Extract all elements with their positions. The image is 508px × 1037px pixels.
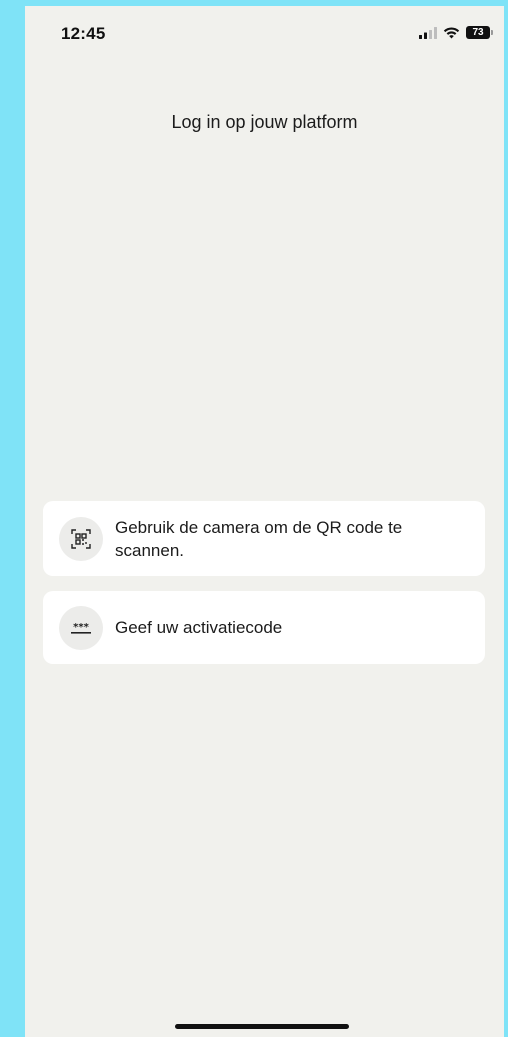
activation-code-label: Geef uw activatiecode	[115, 618, 283, 637]
password-icon: ***	[59, 605, 103, 650]
wifi-icon	[443, 26, 460, 38]
battery-icon: 73	[466, 26, 493, 39]
scan-qr-code-label: Gebruik de camera om de QR code te scann…	[115, 517, 403, 560]
battery-level: 73	[472, 26, 484, 38]
page-title: Log in op jouw platform	[171, 112, 358, 132]
phone-screen: 12:45 73 Log in op jouw platform Gebruik…	[25, 6, 504, 1037]
qr-code-icon	[59, 516, 103, 561]
status-icons: 73	[419, 26, 493, 39]
home-indicator[interactable]	[175, 1024, 349, 1029]
signal-icon	[419, 26, 437, 39]
activation-code-option[interactable]: *** Geef uw activatiecode	[43, 591, 485, 664]
status-bar: 12:45 73	[25, 6, 504, 66]
status-time: 12:45	[61, 24, 106, 43]
svg-text:***: ***	[73, 622, 89, 633]
scan-qr-code-option[interactable]: Gebruik de camera om de QR code te scann…	[43, 501, 485, 576]
